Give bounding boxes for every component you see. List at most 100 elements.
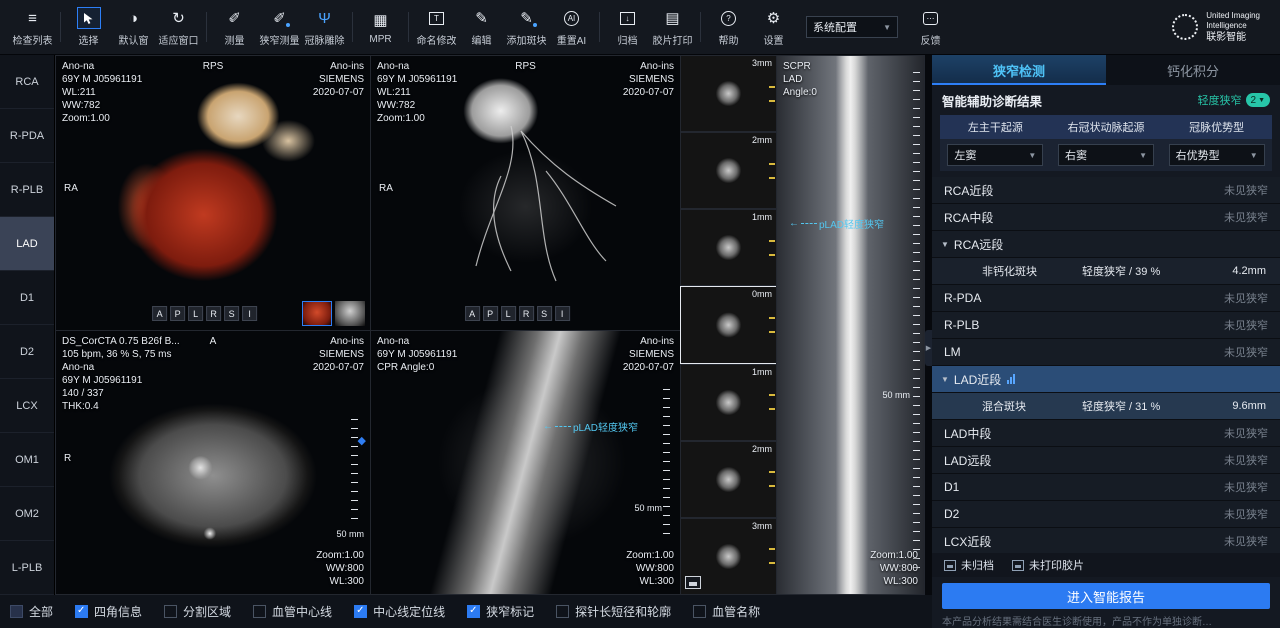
orientation-button[interactable]: A (465, 306, 480, 321)
tab-calcium-score[interactable]: 钙化积分 (1106, 55, 1280, 85)
toolbar-feedback[interactable]: ⋯ 反馈 (908, 1, 953, 53)
orientation-button[interactable]: A (152, 306, 167, 321)
sidebar-vessel-item[interactable]: R-PDA (0, 109, 54, 163)
film-print-status[interactable]: 未打印胶片 (1012, 557, 1084, 573)
segment-row[interactable]: ▼ RCA中段 未见狭窄 (932, 204, 1280, 231)
enter-report-button[interactable]: 进入智能报告 (942, 583, 1270, 609)
cross-section-cell[interactable]: 0mm (680, 286, 777, 363)
system-config-select[interactable]: 系统配置 ▼ (806, 16, 898, 38)
viewport-3d-vr[interactable]: Ano-na 69Y M J05961191 WL:211 WW:782 Zoo… (55, 55, 371, 331)
cross-section-cell[interactable]: 2mm (680, 132, 777, 209)
orientation-button[interactable]: L (188, 306, 203, 321)
cross-section-cell[interactable]: 2mm (680, 441, 777, 518)
sidebar-vessel-item[interactable]: L-PLB (0, 541, 54, 595)
segment-row[interactable]: ▼ LAD近段 (932, 366, 1280, 393)
toolbar-coronary-carve[interactable]: Ψ 冠脉雕除 (302, 1, 347, 53)
yellow-tick-marks (769, 163, 775, 179)
viewport-vessel-tree[interactable]: Ano-na 69Y M J05961191 WL:211 WW:782 Zoo… (370, 55, 681, 331)
stenosis-summary-badge[interactable]: 轻度狭窄 2 ▼ (1198, 92, 1271, 108)
sidebar-vessel-item[interactable]: LCX (0, 379, 54, 433)
display-option-checkbox[interactable]: 血管名称 (693, 603, 760, 620)
toolbar-stenosis-measure[interactable]: ✐ 狭窄测量 (257, 1, 302, 53)
orientation-button[interactable]: I (242, 306, 257, 321)
segment-row[interactable]: ▼ LAD远段 未见狭窄 (932, 447, 1280, 474)
segment-row[interactable]: ▼ 非钙化斑块 轻度狭窄 / 39 % 4.2mm (932, 258, 1280, 285)
thumbnail-vr-heart[interactable] (302, 301, 332, 326)
toolbar-help[interactable]: ? 帮助 (706, 1, 751, 53)
sidebar-vessel-item[interactable]: R-PLB (0, 163, 54, 217)
arrow-left-icon: ← (543, 421, 553, 432)
window-width: WW:800 (626, 562, 674, 575)
display-option-checkbox[interactable]: 四角信息 (75, 603, 142, 620)
segment-row[interactable]: ▼ RCA近段 未见狭窄 (932, 177, 1280, 204)
sidebar-vessel-item[interactable]: LAD (0, 217, 54, 271)
viewport-cpr[interactable]: Ano-na 69Y M J05961191 CPR Angle:0 Ano-i… (370, 330, 681, 595)
orientation-button[interactable]: L (501, 306, 516, 321)
segment-row[interactable]: ▼ 混合斑块 轻度狭窄 / 31 % 9.6mm (932, 393, 1280, 420)
viewport-straightened-cpr[interactable]: SCPR LAD Angle:0 ← pLAD轻度狭窄 50 mm Zoom:1… (776, 55, 925, 595)
toolbar-settings[interactable]: ⚙ 设置 (751, 1, 796, 53)
segment-row[interactable]: ▼ RCA远段 (932, 231, 1280, 258)
toolbar-reset-ai[interactable]: AI 重置AI (549, 1, 594, 53)
display-option-checkbox[interactable]: 中心线定位线 (354, 603, 445, 620)
toolbar-add-plaque[interactable]: ✎ 添加斑块 (504, 1, 549, 53)
tab-stenosis-detection[interactable]: 狭窄检测 (932, 55, 1106, 85)
sidebar-vessel-label: OM2 (15, 508, 39, 520)
slice-locator-diamond-icon[interactable]: ◆ (358, 434, 366, 447)
viewport-axial-ct[interactable]: DS_CorCTA 0.75 B26f B... 105 bpm, 36 % S… (55, 330, 371, 595)
segment-row[interactable]: ▼ R-PLB 未见狭窄 (932, 312, 1280, 339)
display-option-checkbox[interactable]: 全部 (10, 603, 53, 620)
display-option-checkbox[interactable]: 分割区域 (164, 603, 231, 620)
window-level: WL:300 (316, 575, 364, 588)
orientation-button[interactable]: R (206, 306, 221, 321)
thumbnail-vr-bone[interactable] (335, 301, 365, 326)
display-option-checkbox[interactable]: 狭窄标记 (467, 603, 534, 620)
segment-row[interactable]: ▼ D1 未见狭窄 (932, 474, 1280, 501)
toolbar-fit-window[interactable]: ↻ 适应窗口 (156, 1, 201, 53)
dominance-select[interactable]: 右优势型 ▼ (1169, 144, 1265, 166)
orientation-button[interactable]: S (537, 306, 552, 321)
cross-section-cell[interactable]: 1mm (680, 364, 777, 441)
segment-row[interactable]: ▼ D2 未见狭窄 (932, 501, 1280, 528)
film-print-icon: ▤ (662, 7, 684, 29)
study-date: 2020-07-07 (313, 361, 364, 374)
toolbar-default-window[interactable]: ◑ 默认窗 (111, 1, 156, 53)
origin-header-rca: 右冠状动脉起源 (1051, 115, 1162, 139)
orientation-button[interactable]: I (555, 306, 570, 321)
orientation-button[interactable]: S (224, 306, 239, 321)
segment-row[interactable]: ▼ LAD中段 未见狭窄 (932, 420, 1280, 447)
cross-section-cell[interactable]: 1mm (680, 209, 777, 286)
toolbar-film-print[interactable]: ▤ 胶片打印 (650, 1, 695, 53)
origin-header-lm: 左主干起源 (940, 115, 1051, 139)
sidebar-vessel-item[interactable]: OM1 (0, 433, 54, 487)
sidebar-vessel-item[interactable]: RCA (0, 55, 54, 109)
lm-origin-select[interactable]: 左窦 ▼ (947, 144, 1043, 166)
toolbar-rename[interactable]: T 命名修改 (414, 1, 459, 53)
toolbar-mpr[interactable]: ▦ MPR (358, 1, 403, 53)
viewport-info-topleft: DS_CorCTA 0.75 B26f B... 105 bpm, 36 % S… (62, 335, 180, 413)
display-option-checkbox[interactable]: 探针长短径和轮廓 (556, 603, 671, 620)
sidebar-vessel-item[interactable]: D1 (0, 271, 54, 325)
toolbar-select-tool[interactable]: 选择 (66, 1, 111, 53)
display-option-checkbox[interactable]: 血管中心线 (253, 603, 332, 620)
toolbar-measure[interactable]: ✐ 测量 (212, 1, 257, 53)
segment-row[interactable]: ▼ LCX近段 未见狭窄 (932, 528, 1280, 553)
save-icon[interactable] (685, 576, 701, 589)
panel-collapse-handle[interactable]: ▶ (925, 330, 932, 366)
cross-section-cell[interactable]: 3mm (680, 55, 777, 132)
sidebar-vessel-item[interactable]: OM2 (0, 487, 54, 541)
window-width: WW:782 (62, 99, 142, 112)
sidebar-vessel-item[interactable]: D2 (0, 325, 54, 379)
archive-status[interactable]: 未归档 (944, 557, 994, 573)
ai-reset-icon: AI (564, 11, 579, 26)
orientation-button[interactable]: R (519, 306, 534, 321)
orientation-button[interactable]: P (483, 306, 498, 321)
orientation-button[interactable]: P (170, 306, 185, 321)
rca-origin-select[interactable]: 右窦 ▼ (1058, 144, 1154, 166)
system-config-value: 系统配置 (813, 19, 857, 35)
toolbar-edit[interactable]: ✎ 编辑 (459, 1, 504, 53)
toolbar-exam-list[interactable]: ≡ 检查列表 (10, 1, 55, 53)
segment-row[interactable]: ▼ R-PDA 未见狭窄 (932, 285, 1280, 312)
segment-row[interactable]: ▼ LM 未见狭窄 (932, 339, 1280, 366)
toolbar-archive[interactable]: ↓ 归档 (605, 1, 650, 53)
